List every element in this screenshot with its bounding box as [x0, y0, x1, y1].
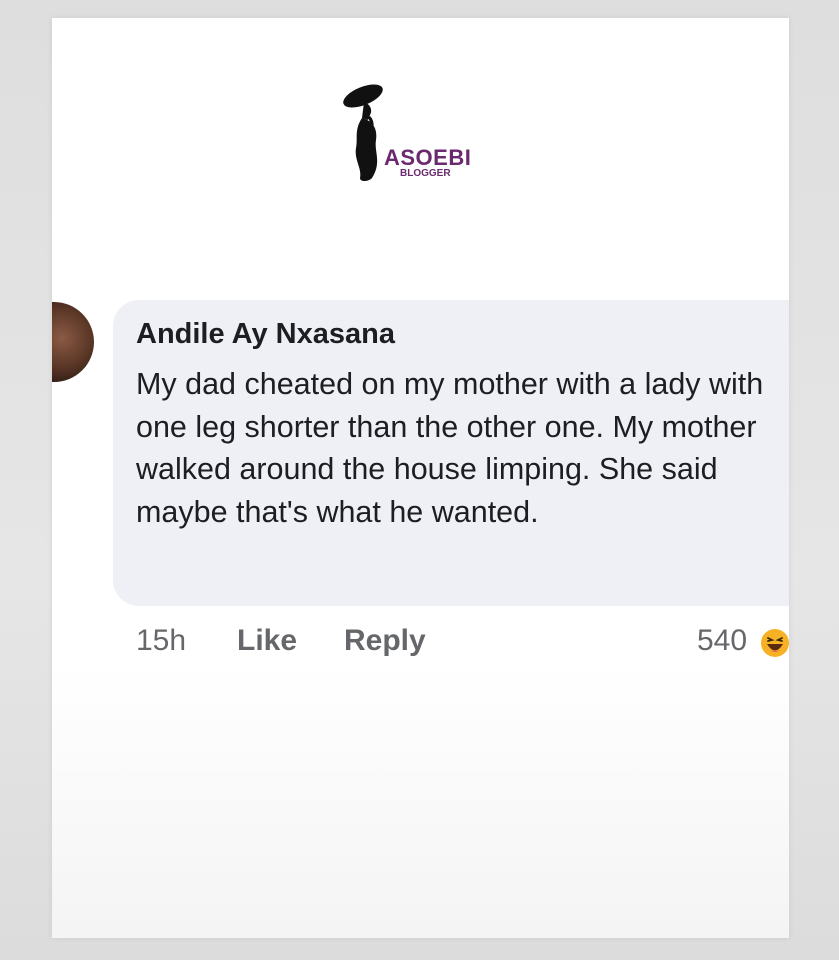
- comment-text: My dad cheated on my mother with a lady …: [136, 367, 764, 529]
- avatar[interactable]: [52, 302, 94, 382]
- comment-timestamp[interactable]: 15h: [136, 624, 186, 658]
- reaction-count[interactable]: 540: [697, 624, 747, 658]
- haha-emoji-icon[interactable]: [760, 628, 790, 658]
- like-button[interactable]: Like: [237, 624, 297, 658]
- asoebi-blogger-logo: ASOEBI BLOGGER: [340, 82, 490, 187]
- logo-sub-text: BLOGGER: [400, 168, 451, 179]
- comment-author[interactable]: Andile Ay Nxasana: [136, 318, 395, 351]
- reply-button[interactable]: Reply: [344, 624, 426, 658]
- avatar-image: [52, 302, 94, 382]
